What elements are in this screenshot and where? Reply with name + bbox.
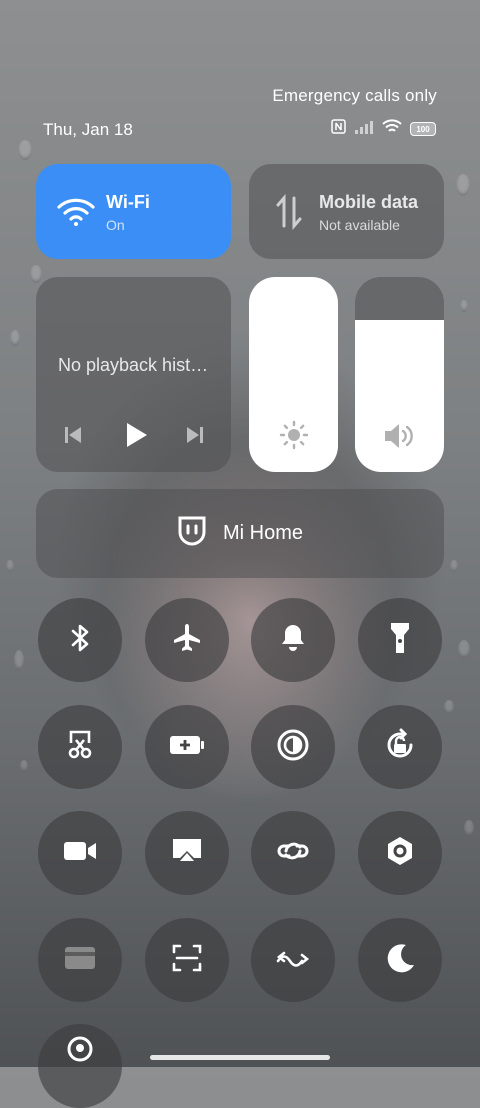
wifi-title: Wi-Fi [106,192,150,212]
mi-home-button[interactable]: Mi Home [36,489,444,578]
wifi-status-icon [382,119,402,139]
scanner-toggle[interactable] [145,918,229,1002]
card-icon [64,946,96,975]
settings-hexagon-toggle[interactable] [358,811,442,895]
home-indicator[interactable] [150,1055,330,1060]
dark-mode-toggle[interactable] [358,918,442,1002]
location-icon [65,1034,95,1069]
flashlight-toggle[interactable] [358,598,442,682]
dark-mode-icon [384,942,416,979]
wifi-tile[interactable]: Wi-Fi On [36,164,231,259]
previous-track-button[interactable] [58,420,88,450]
wifi-subtitle: On [106,217,125,233]
battery-saver-toggle[interactable] [145,705,229,789]
battery-saver-icon [169,734,205,761]
mobile-data-title: Mobile data [319,192,419,212]
nfc-icon [331,119,346,139]
wifi-icon [56,192,96,232]
card-toggle[interactable] [38,918,122,1002]
brightness-slider[interactable] [249,277,338,472]
rotation-lock-icon [383,728,417,767]
volume-icon [355,422,444,450]
reading-mode-icon [276,728,310,767]
mi-home-label: Mi Home [222,522,303,544]
screen-record-icon [63,840,97,867]
mobile-data-icon [269,192,309,232]
scanner-icon [172,943,202,978]
media-player[interactable]: No playback hist… [36,277,231,472]
media-status-text: No playback hist… [58,355,209,375]
mi-home-icon [177,515,207,553]
play-button[interactable] [118,417,154,453]
bell-icon [279,623,307,658]
mobile-data-subtitle: Not available [319,217,400,233]
screenshot-icon [65,729,95,766]
airplane-mode-icon [171,622,203,659]
sync-toggle[interactable] [251,918,335,1002]
cast-icon [171,837,203,870]
volume-slider[interactable] [355,277,444,472]
location-toggle[interactable] [38,1024,122,1108]
mobile-data-tile[interactable]: Mobile data Not available [249,164,444,259]
link-icon [275,838,311,869]
sound-toggle[interactable] [251,598,335,682]
brightness-icon [249,420,338,450]
flashlight-icon [389,621,411,660]
reading-mode-toggle[interactable] [251,705,335,789]
next-track-button[interactable] [180,420,210,450]
cast-toggle[interactable] [145,811,229,895]
link-toggle[interactable] [251,811,335,895]
signal-icon [354,120,374,139]
bluetooth-icon [67,623,93,658]
sync-icon [276,947,310,974]
hexagon-icon [384,835,416,872]
status-icons: 100 [331,119,436,139]
airplane-mode-toggle[interactable] [145,598,229,682]
date: Thu, Jan 18 [43,120,133,139]
screenshot-toggle[interactable] [38,705,122,789]
bluetooth-toggle[interactable] [38,598,122,682]
battery-icon: 100 [410,122,436,136]
screen-record-toggle[interactable] [38,811,122,895]
rotation-lock-toggle[interactable] [358,705,442,789]
carrier-status: Emergency calls only [272,86,437,105]
